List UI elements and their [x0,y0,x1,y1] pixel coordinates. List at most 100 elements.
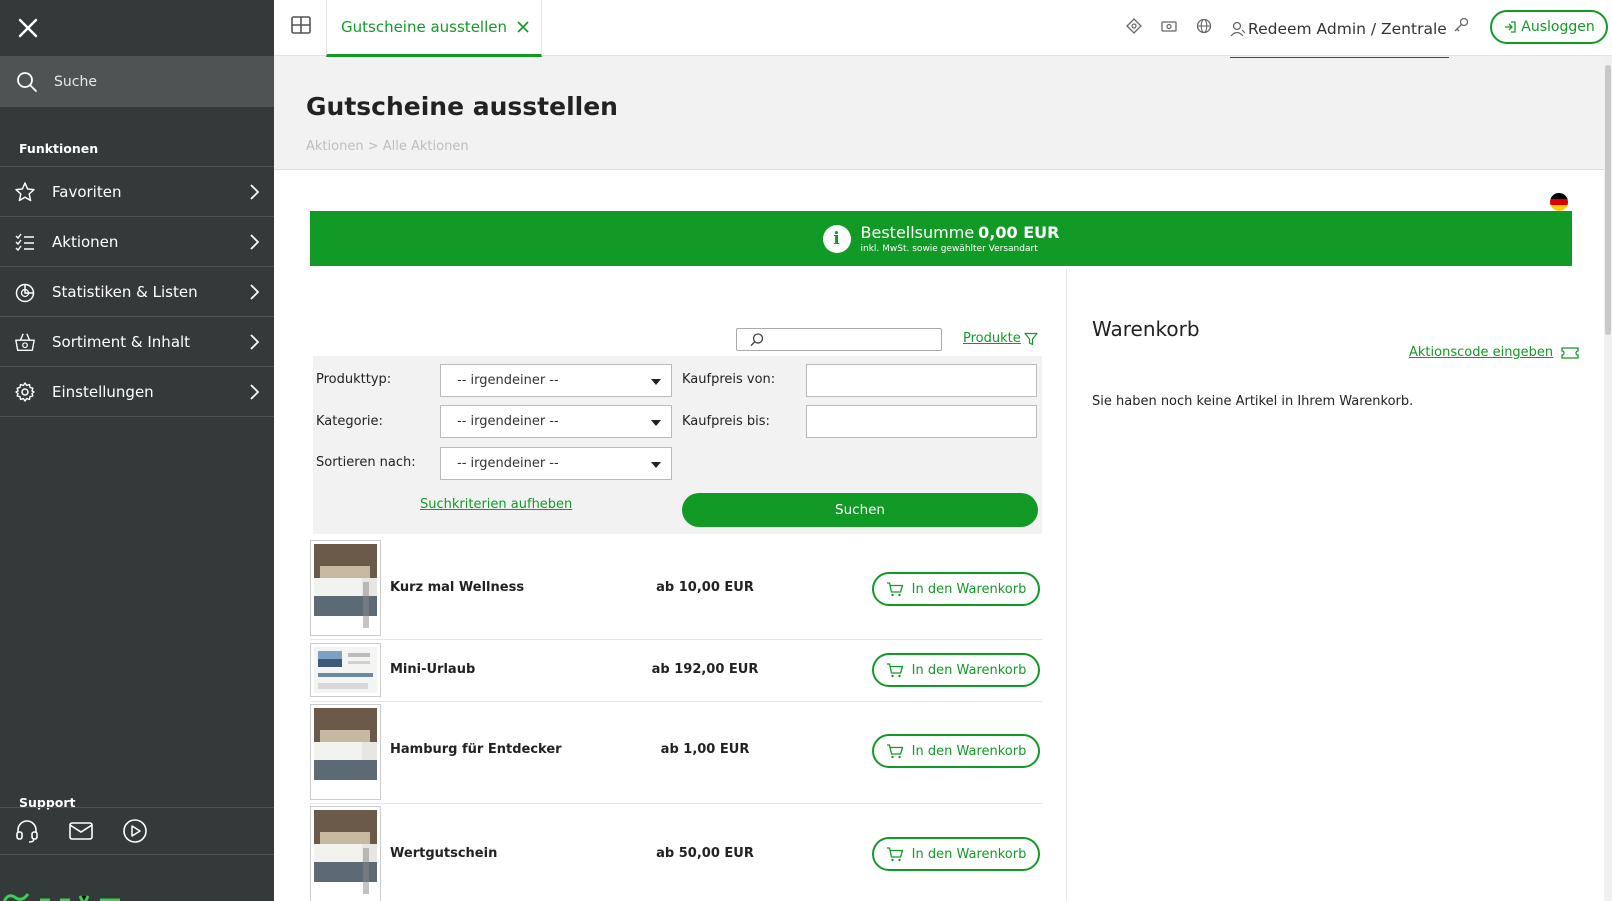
produkttyp-select[interactable]: -- irgendeiner -- [440,364,672,397]
list-check-icon [14,231,36,253]
pie-chart-icon [14,281,36,303]
product-thumbnail[interactable] [310,704,381,800]
chevron-right-icon [250,184,260,200]
kaufpreis-von-input[interactable] [806,364,1037,397]
products-filter-link[interactable]: Produkte [963,331,1038,346]
add-to-cart-label: In den Warenkorb [911,846,1027,862]
sidebar: Suche Funktionen Favoriten Aktionen Stat… [0,0,274,901]
add-to-cart-button[interactable]: In den Warenkorb [872,572,1040,606]
chevron-right-icon [250,384,260,400]
user-label: Redeem Admin / Zentrale [1248,19,1447,38]
compass-icon[interactable] [1116,17,1151,35]
promo-code-link[interactable]: Aktionscode eingeben [1409,345,1579,360]
gear-icon [14,381,36,403]
product-search-input[interactable] [736,328,942,351]
order-total-label: Bestellsumme [860,223,975,242]
product-thumbnail[interactable] [310,643,381,697]
sidebar-search[interactable]: Suche [0,56,274,107]
sortieren-value: -- irgendeiner -- [457,456,559,471]
info-icon: i [822,224,851,253]
brand-logo [0,890,274,901]
sidebar-item-favoriten[interactable]: Favoriten [0,167,274,217]
scrollbar[interactable] [1604,57,1612,901]
reset-filters-link[interactable]: Suchkriterien aufheben [420,497,572,512]
kategorie-value: -- irgendeiner -- [457,414,559,429]
product-price: ab 192,00 EUR [651,662,759,677]
add-to-cart-label: In den Warenkorb [911,743,1027,759]
sidebar-item-einstellungen[interactable]: Einstellungen [0,367,274,417]
topbar-icons [1116,17,1221,35]
sortieren-label: Sortieren nach: [316,455,416,470]
kaufpreis-bis-label: Kaufpreis bis: [682,414,770,429]
breadcrumb-item[interactable]: Alle Aktionen [383,139,469,154]
kategorie-select[interactable]: -- irgendeiner -- [440,405,672,438]
cash-icon[interactable] [1151,17,1186,35]
product-row: Wertgutschein ab 50,00 EUR In den Warenk… [310,805,1042,901]
search-button[interactable]: Suchen [682,493,1038,527]
add-to-cart-button[interactable]: In den Warenkorb [872,734,1040,768]
sidebar-search-placeholder: Suche [54,73,97,90]
product-thumbnail[interactable] [310,806,381,901]
sidebar-item-aktionen[interactable]: Aktionen [0,217,274,267]
kategorie-label: Kategorie: [316,414,383,429]
user-icon [1230,21,1246,36]
product-price: ab 1,00 EUR [660,742,750,757]
star-icon [14,181,36,203]
grid-icon[interactable] [290,14,312,40]
breadcrumb-item[interactable]: Aktionen [306,139,364,154]
product-name: Wertgutschein [390,846,498,861]
product-row: Kurz mal Wellness ab 10,00 EUR In den Wa… [310,540,1042,640]
headset-icon[interactable] [14,818,40,844]
add-to-cart-button[interactable]: In den Warenkorb [872,837,1040,871]
caret-down-icon [651,379,661,385]
product-thumbnail[interactable] [310,540,381,636]
tab-gutscheine-ausstellen[interactable]: Gutscheine ausstellen [326,0,542,57]
tab-label: Gutscheine ausstellen [341,18,507,36]
product-price: ab 10,00 EUR [656,580,754,595]
sidebar-item-label: Aktionen [52,232,119,251]
breadcrumb-separator: > [367,139,379,154]
cart-icon [886,744,903,759]
ticket-icon [1561,346,1579,359]
sidebar-item-label: Favoriten [52,182,122,201]
page-title: Gutscheine ausstellen [306,92,618,121]
add-to-cart-label: In den Warenkorb [911,581,1027,597]
close-icon[interactable] [14,14,42,42]
kaufpreis-bis-input[interactable] [806,405,1037,438]
logout-label: Ausloggen [1521,19,1595,35]
cart-icon [886,847,903,862]
close-tab-icon[interactable] [515,19,531,35]
scrollbar-thumb[interactable] [1605,65,1611,335]
mail-icon[interactable] [68,818,94,844]
search-icon [750,333,764,347]
sidebar-item-sortiment[interactable]: Sortiment & Inhalt [0,317,274,367]
key-icon[interactable] [1452,16,1470,38]
filter-icon [1024,332,1038,345]
german-flag-icon[interactable] [1550,193,1568,211]
sortieren-select[interactable]: -- irgendeiner -- [440,447,672,480]
user-menu[interactable]: Redeem Admin / Zentrale [1230,0,1449,58]
logout-button[interactable]: Ausloggen [1490,10,1608,44]
globe-icon[interactable] [1186,17,1221,35]
cart-empty-message: Sie haben noch keine Artikel in Ihrem Wa… [1092,394,1414,409]
order-total-amount: 0,00 EUR [978,223,1060,242]
column-divider [1066,268,1067,901]
product-row: Hamburg für Entdecker ab 1,00 EUR In den… [310,703,1042,804]
basket-icon [14,331,36,353]
play-icon[interactable] [122,818,148,844]
chevron-right-icon [250,334,260,350]
add-to-cart-button[interactable]: In den Warenkorb [872,653,1040,687]
cart-title: Warenkorb [1092,317,1200,341]
sidebar-section-functions: Funktionen [19,141,99,156]
order-total-banner: i Bestellsumme 0,00 EUR inkl. MwSt. sowie… [310,211,1572,266]
products-filter-label: Produkte [963,331,1021,346]
caret-down-icon [651,462,661,468]
sidebar-item-label: Einstellungen [52,382,154,401]
produkttyp-label: Produkttyp: [316,372,392,387]
search-icon [17,71,37,92]
promo-code-label: Aktionscode eingeben [1409,345,1554,360]
sidebar-item-statistiken[interactable]: Statistiken & Listen [0,267,274,317]
add-to-cart-label: In den Warenkorb [911,662,1027,678]
product-name: Hamburg für Entdecker [390,742,562,757]
product-row: Mini-Urlaub ab 192,00 EUR In den Warenko… [310,641,1042,702]
